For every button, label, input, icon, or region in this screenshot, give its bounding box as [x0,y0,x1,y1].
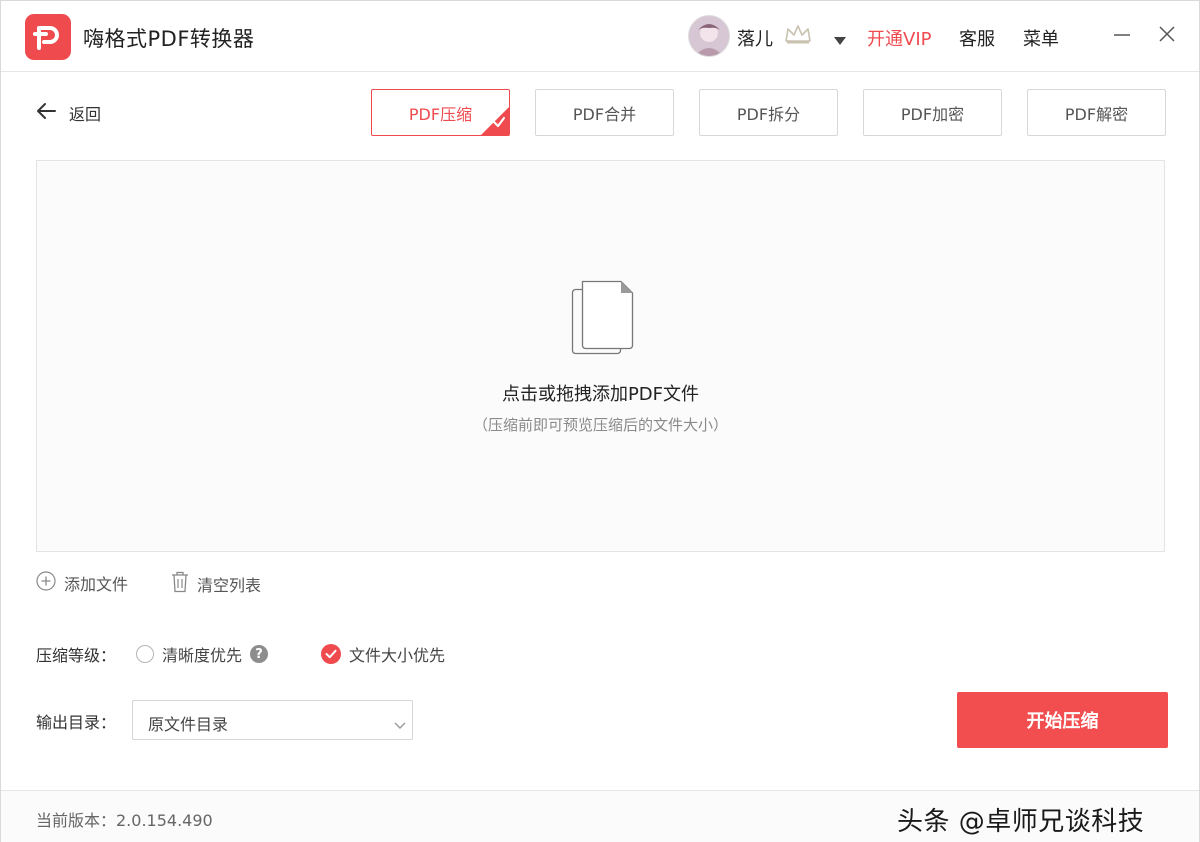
back-arrow-icon [35,102,57,124]
clear-list-label: 清空列表 [197,576,262,595]
tab-label: PDF压缩 [408,104,473,124]
back-label: 返回 [69,105,102,124]
output-dir-select[interactable]: 原文件目录 [132,700,413,740]
close-icon[interactable] [1156,23,1178,45]
status-footer: 当前版本：2.0.154.490 头条 @卓师兄谈科技 [1,790,1199,842]
version-text: 当前版本：2.0.154.490 [36,811,213,830]
add-circle-icon [36,571,56,595]
watermark-text: 头条 @卓师兄谈科技 [897,807,1145,837]
tab-label: PDF加密 [900,104,965,124]
app-logo-icon [25,14,71,60]
clear-list-button[interactable]: 清空列表 [171,571,261,597]
service-link[interactable]: 客服 [959,25,995,51]
start-compress-button[interactable]: 开始压缩 [957,692,1168,748]
minimize-icon[interactable] [1111,23,1133,45]
tab-pdf-decrypt[interactable]: PDF解密 [1027,89,1166,136]
add-file-label: 添加文件 [64,575,129,594]
tab-pdf-encrypt[interactable]: PDF加密 [863,89,1002,136]
tab-pdf-merge[interactable]: PDF合并 [535,89,674,136]
tab-label: PDF合并 [572,104,637,124]
file-drop-zone[interactable]: 点击或拖拽添加PDF文件 （压缩前即可预览压缩后的文件大小） [36,160,1165,552]
tab-pdf-split[interactable]: PDF拆分 [699,89,838,136]
drop-zone-title: 点击或拖拽添加PDF文件 [501,384,700,405]
radio-label: 清晰度优先 [162,646,243,665]
output-dir-label: 输出目录： [36,713,117,732]
title-bar: 嗨格式PDF转换器 落儿 开通VIP 客服 菜单 [1,1,1199,72]
radio-label: 文件大小优先 [349,646,446,665]
document-icon [570,279,636,363]
menu-link[interactable]: 菜单 [1023,25,1059,51]
app-window: 嗨格式PDF转换器 落儿 开通VIP 客服 菜单 返回 PDF压缩 PDF合并 … [0,0,1200,842]
app-title: 嗨格式PDF转换器 [83,27,255,51]
caret-down-icon[interactable] [833,31,847,50]
add-file-button[interactable]: 添加文件 [36,571,128,595]
crown-icon [783,23,813,49]
trash-icon [171,571,189,597]
output-dir-value: 原文件目录 [148,715,229,734]
radio-clarity-priority[interactable]: 清晰度优先 ? [136,642,269,666]
help-icon[interactable]: ? [250,645,269,663]
radio-unchecked [136,645,154,663]
tab-pdf-compress[interactable]: PDF压缩 [371,89,510,136]
check-icon [492,113,506,132]
user-name[interactable]: 落儿 [737,25,773,51]
radio-size-priority[interactable]: 文件大小优先 [321,642,445,666]
check-icon [321,644,341,664]
tab-label: PDF解密 [1064,104,1129,124]
vip-link[interactable]: 开通VIP [867,25,931,51]
compression-level-label: 压缩等级： [36,646,117,665]
chevron-down-icon [394,715,406,734]
drop-zone-hint: （压缩前即可预览压缩后的文件大小） [472,416,728,434]
back-button[interactable]: 返回 [35,101,101,125]
avatar[interactable] [688,15,730,57]
tab-label: PDF拆分 [736,104,801,124]
